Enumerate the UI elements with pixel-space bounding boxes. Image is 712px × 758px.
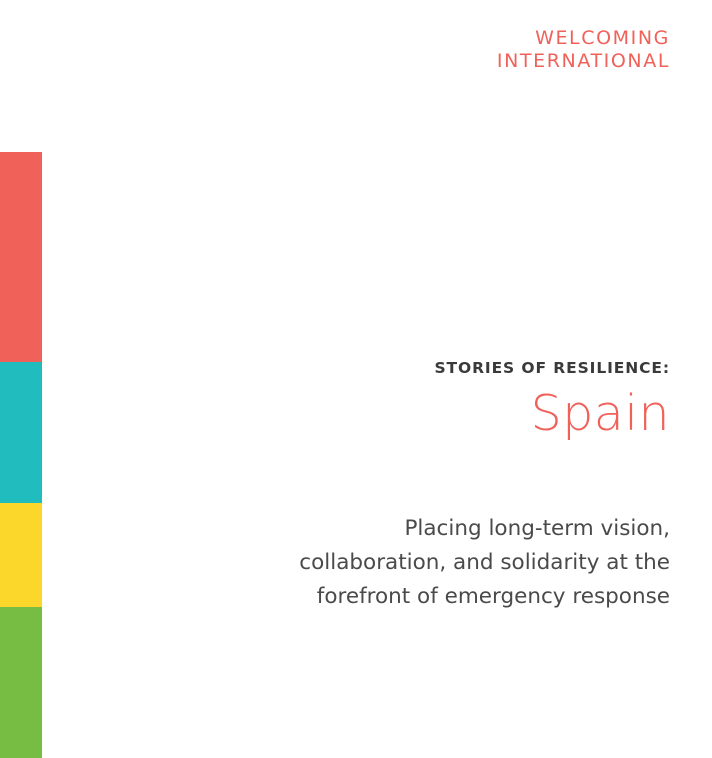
color-bar-teal: [0, 362, 42, 503]
welcoming-international-logo: WELCOMING INTERNATIONAL: [497, 27, 670, 73]
page-title: Spain: [530, 385, 670, 442]
subtitle-line-3: forefront of emergency response: [316, 584, 670, 609]
logo-line-1: WELCOMING: [535, 27, 670, 49]
report-cover-page: WELCOMING INTERNATIONAL STORIES OF RESIL…: [0, 0, 712, 758]
color-bar-yellow: [0, 503, 42, 607]
subtitle-line-1: Placing long-term vision,: [404, 516, 670, 541]
page-subtitle: Placing long-term vision, collaboration,…: [250, 512, 670, 614]
series-kicker: STORIES OF RESILIENCE:: [434, 359, 670, 377]
subtitle-line-2: collaboration, and solidarity at the: [299, 550, 670, 575]
color-bar-red: [0, 152, 42, 362]
color-bar-green: [0, 607, 42, 758]
logo-line-2: INTERNATIONAL: [496, 50, 670, 72]
